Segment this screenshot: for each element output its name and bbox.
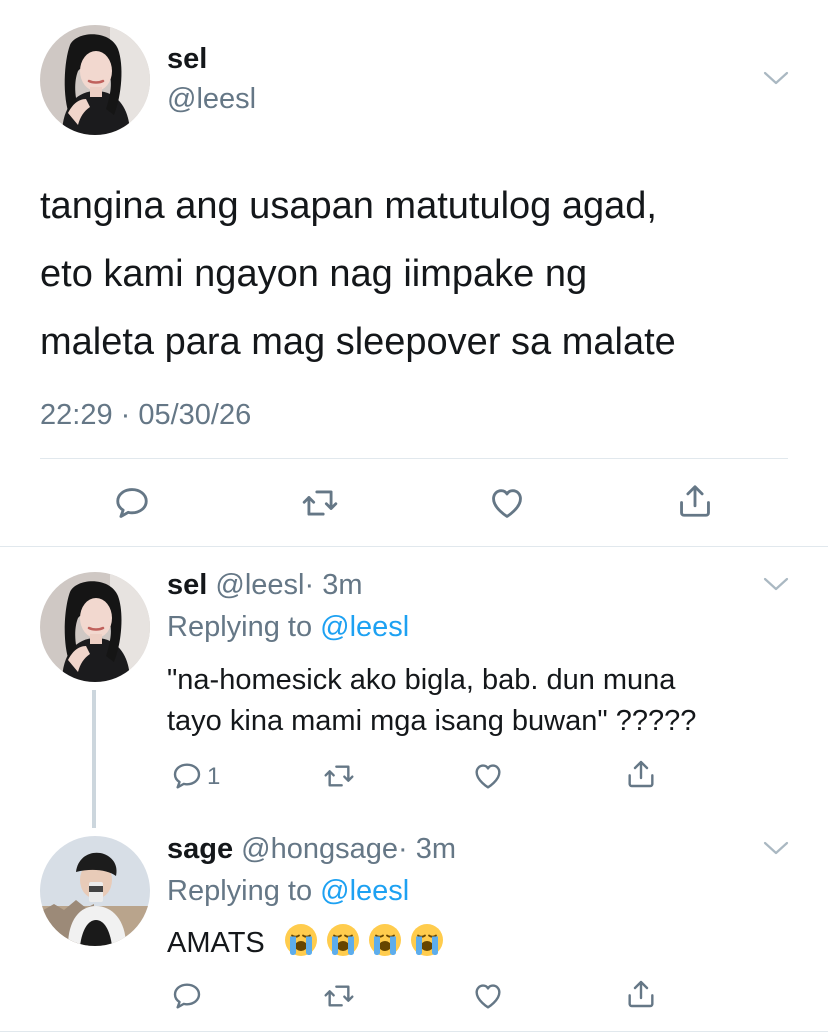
divider xyxy=(0,1031,828,1032)
reply-header: sage @hongsage· 3m xyxy=(167,832,456,866)
replying-to: Replying to @leesl xyxy=(167,874,409,908)
replying-to-link[interactable]: @leesl xyxy=(320,875,409,907)
divider xyxy=(0,546,828,547)
like-icon[interactable] xyxy=(472,760,504,792)
tweet-text-line: tangina ang usapan matutulog agad, xyxy=(40,185,657,227)
loudly-crying-face-icon xyxy=(283,922,319,958)
reply-display-name[interactable]: sel xyxy=(167,569,207,601)
reply-text-line: "na-homesick ako bigla, bab. dun muna xyxy=(167,664,676,696)
reply-time[interactable]: · 3m xyxy=(398,833,456,865)
reply-handle[interactable]: @hongsage xyxy=(241,833,398,865)
share-icon[interactable] xyxy=(625,758,657,790)
author-display-name[interactable]: sel xyxy=(167,42,207,76)
reply-time[interactable]: · 3m xyxy=(304,569,362,601)
tweet-timestamp[interactable]: 22:29 · 05/30/26 xyxy=(40,398,251,432)
retweet-icon[interactable] xyxy=(301,484,339,522)
loudly-crying-face-icon xyxy=(367,922,403,958)
like-icon[interactable] xyxy=(488,484,526,522)
reply-header: sel @leesl· 3m xyxy=(167,568,362,602)
share-icon[interactable] xyxy=(625,978,657,1010)
reply-count: 1 xyxy=(207,763,221,790)
replying-to: Replying to @leesl xyxy=(167,610,409,644)
loudly-crying-face-icon xyxy=(325,922,361,958)
reply-avatar[interactable] xyxy=(40,836,150,946)
loudly-crying-face-icon xyxy=(409,922,445,958)
reply-icon[interactable] xyxy=(171,760,203,792)
chevron-down-icon[interactable] xyxy=(762,576,790,592)
reply-icon[interactable] xyxy=(113,484,151,522)
share-icon[interactable] xyxy=(676,482,714,520)
reply-icon[interactable] xyxy=(171,980,203,1012)
replying-to-label: Replying to xyxy=(167,611,313,643)
thread-line xyxy=(92,690,96,828)
author-avatar[interactable] xyxy=(40,25,150,135)
retweet-icon[interactable] xyxy=(323,980,355,1012)
replying-to-label: Replying to xyxy=(167,875,313,907)
replying-to-link[interactable]: @leesl xyxy=(320,611,409,643)
reply-display-name[interactable]: sage xyxy=(167,833,233,865)
tweet-text-line: eto kami ngayon nag iimpake ng xyxy=(40,253,588,295)
reply-text: AMATS xyxy=(167,922,445,964)
tweet-text: tangina ang usapan matutulog agad, eto k… xyxy=(40,172,676,376)
reply-text-line: AMATS xyxy=(167,927,265,959)
chevron-down-icon[interactable] xyxy=(762,70,790,86)
like-icon[interactable] xyxy=(472,980,504,1012)
divider xyxy=(40,458,788,459)
reply-handle[interactable]: @leesl xyxy=(215,569,304,601)
reply-text-line: tayo kina mami mga isang buwan" ????? xyxy=(167,705,697,737)
chevron-down-icon[interactable] xyxy=(762,840,790,856)
reply-text: "na-homesick ako bigla, bab. dun muna ta… xyxy=(167,660,696,742)
tweet-text-line: maleta para mag sleepover sa malate xyxy=(40,321,676,363)
reply-avatar[interactable] xyxy=(40,572,150,682)
retweet-icon[interactable] xyxy=(323,760,355,792)
author-handle[interactable]: @leesl xyxy=(167,82,256,116)
